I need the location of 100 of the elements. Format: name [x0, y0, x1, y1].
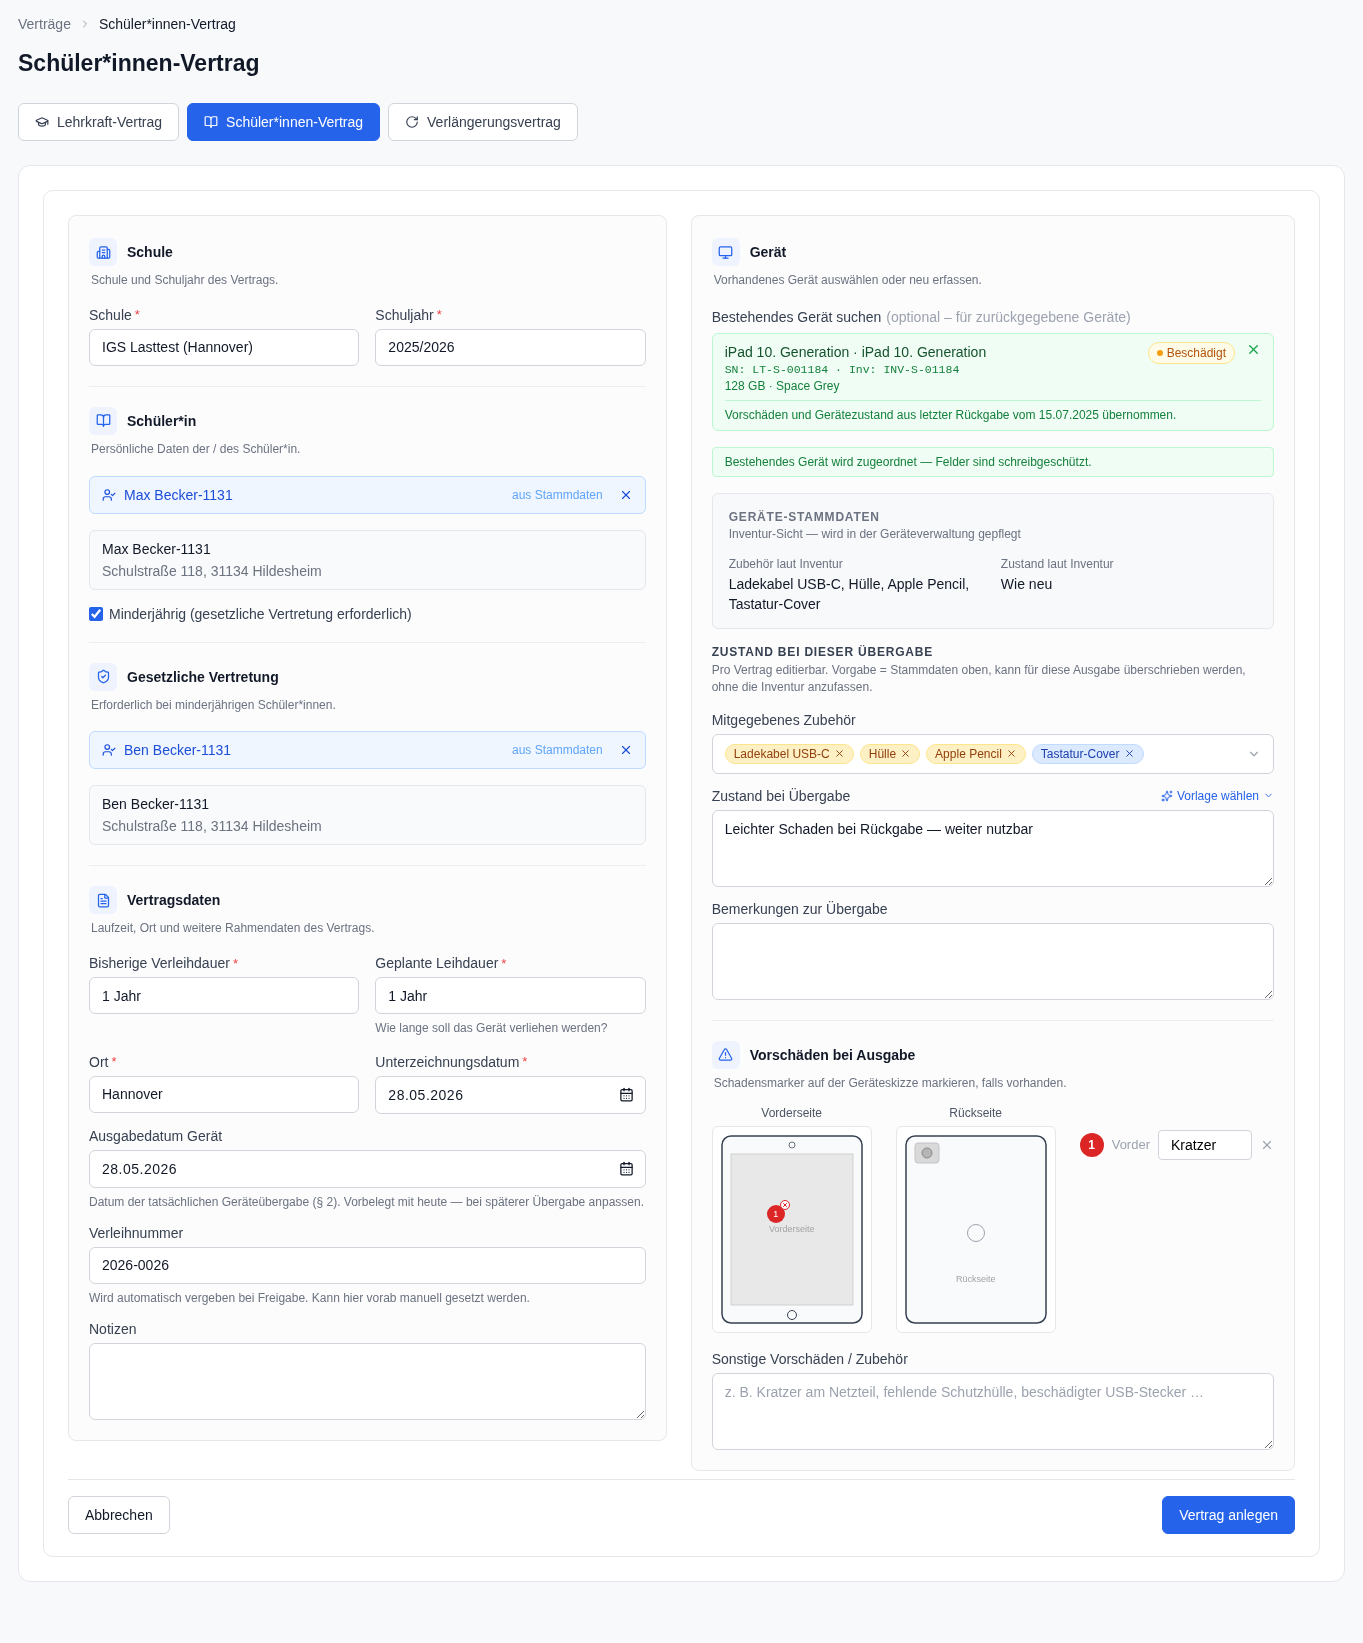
input-field[interactable]: IGS Lasttest (Hannover) [89, 328, 360, 366]
remove-marker-icon[interactable] [779, 1199, 790, 1210]
required-mark: * [232, 955, 238, 971]
field-label: Sonstige Vorschäden / Zubehör [711, 1350, 909, 1367]
damage-input[interactable]: Kratzer [1158, 1129, 1252, 1160]
input-field[interactable]: 2025/2026 [375, 328, 646, 366]
person-address: Schulstraße 118, 31134 Hildesheim [102, 818, 323, 835]
page-title: Schüler*innen-Vertrag [18, 50, 261, 77]
field-label: Verleihnummer [89, 1224, 184, 1241]
accessory-tag[interactable]: Tastatur-Cover [1031, 743, 1144, 764]
cancel-button[interactable]: Abbrechen [68, 1495, 170, 1534]
input-field[interactable]: 2026-0026 [89, 1246, 646, 1284]
section-icon [89, 406, 117, 435]
section-icon [711, 238, 740, 266]
selected-person-chip[interactable]: Max Becker-1131 aus Stammdaten [89, 475, 646, 514]
data-value: Wie neu [1000, 574, 1054, 594]
field-label: Bisherige Verleihdauer [89, 955, 230, 972]
tab-icon [405, 115, 420, 129]
field-label: Schule [89, 306, 132, 323]
contract-tab[interactable]: Lehrkraft-Vertrag [18, 103, 180, 141]
required-mark: * [436, 307, 442, 323]
status-badge: Beschädigt [1147, 341, 1235, 364]
required-mark: * [522, 1054, 528, 1070]
section-icon [89, 662, 117, 691]
field-label: Geplante Leihdauer [375, 955, 499, 972]
person-address: Schulstraße 118, 31134 Hildesheim [102, 562, 323, 579]
person-name: Max Becker-1131 [102, 540, 212, 557]
breadcrumb-link[interactable]: Verträge [18, 16, 71, 32]
sketch-label: Rückseite [949, 1105, 1003, 1120]
section-description: Schule und Schuljahr des Vertrags. [91, 272, 280, 289]
text-area[interactable]: z. B. Kratzer am Netzteil, fehlende Schutzhülle, beschädigter USB-Stecker … [711, 1372, 1274, 1450]
required-mark: * [111, 1054, 117, 1070]
date-field[interactable]: 28.05.2026 [375, 1075, 646, 1114]
section-description: Persönliche Daten der / des Schüler*in. [91, 440, 302, 458]
required-mark: * [134, 307, 140, 323]
user-icon [102, 487, 116, 502]
checkbox-label: Minderjährig (gesetzliche Vertretung erforderlich) [109, 605, 412, 622]
field-label: Mitgegebenes Zubehör [711, 711, 857, 728]
multi-select-field[interactable]: Ladekabel USB-C Hülle Apple Pencil Tastatur-Cover [711, 733, 1274, 774]
date-field[interactable]: 28.05.2026 [89, 1149, 646, 1188]
section-title: Vorschäden bei Ausgabe [749, 1046, 916, 1063]
data-label: Zustand laut Inventur [1000, 556, 1115, 571]
input-field[interactable]: 1 Jahr [375, 977, 646, 1015]
calendar-icon[interactable] [618, 1086, 634, 1102]
input-field[interactable]: 1 Jahr [89, 977, 360, 1015]
damage-number: 1 [1079, 1132, 1104, 1157]
section-description: Laufzeit, Ort und weitere Rahmendaten des Vertrags. [91, 920, 376, 938]
field-hint: Wie lange soll das Gerät verliehen werden? [375, 1020, 609, 1038]
sketch-caption: Vorderseite [768, 1223, 815, 1234]
sparkles-icon [1160, 789, 1173, 802]
section-icon [89, 238, 117, 266]
text-area[interactable]: Leichter Schaden bei Rückgabe — weiter nutzbar [711, 809, 1274, 887]
selected-person-chip[interactable]: Ben Becker-1131 aus Stammdaten [89, 731, 646, 770]
remove-icon[interactable] [900, 748, 912, 760]
tab-icon [35, 115, 49, 129]
sketch-caption: Rückseite [955, 1273, 996, 1284]
field-hint: Datum der tatsächlichen Geräteübergabe (§ 2). Vorbelegt mit heute — bei späterer Übergabe anpassen. [89, 1193, 645, 1211]
damage-side: Vorder [1111, 1137, 1150, 1153]
field-label: Unterzeichnungsdatum [375, 1053, 520, 1070]
section-icon [711, 1040, 740, 1069]
section-description: Vorhandenes Gerät auswählen oder neu erfassen. [713, 272, 983, 289]
section-description: Erforderlich bei minderjährigen Schüler*innen. [91, 696, 337, 714]
info-notice: Bestehendes Gerät wird zugeordnet — Felder sind schreibgeschützt. [711, 446, 1274, 477]
person-name: Max Becker-1131 [124, 486, 234, 503]
contract-tab[interactable]: Verlängerungsvertrag [388, 103, 578, 141]
subsection-description: Pro Vertrag editierbar. Vorgabe = Stammdaten oben, kann für diese Ausgabe überschrieben werden, ohne die Inventur anzufassen. [711, 662, 1247, 696]
sketch-card[interactable]: Vorderseite 1 [711, 1125, 872, 1333]
person-name: Ben Becker-1131 [124, 742, 233, 759]
section-description: Schadensmarker auf der Geräteskizze markieren, falls vorhanden. [713, 1074, 1068, 1092]
breadcrumb-current: Schüler*innen-Vertrag [98, 16, 236, 32]
device-note: Vorschäden und Gerätezustand aus letzter Rückgabe vom 15.07.2025 übernommen. [724, 407, 1178, 422]
tab-icon [204, 115, 219, 129]
field-label: Schuljahr [375, 306, 434, 323]
field-label: Ort [89, 1053, 109, 1070]
field-label: Notizen [89, 1321, 137, 1338]
field-hint: (optional – für zurückgegebene Geräte) [886, 308, 1131, 325]
accessory-tag[interactable]: Apple Pencil [926, 743, 1026, 764]
user-icon [102, 743, 116, 758]
section-title: Gerät [749, 244, 787, 260]
source-label: aus Stammdaten [511, 487, 603, 502]
calendar-icon[interactable] [618, 1160, 634, 1176]
submit-button[interactable]: Vertrag anlegen [1162, 1495, 1295, 1534]
field-label: Zustand bei Übergabe [711, 787, 851, 804]
accessory-tag[interactable]: Hülle [859, 743, 921, 764]
device-ids: SN: LT-S-001184 · Inv: INV-S-01184 [724, 362, 961, 376]
card-description: Inventur-Sicht — wird in der Geräteverwaltung gepflegt [728, 525, 1022, 543]
template-dropdown-button[interactable]: Vorlage wählen [1160, 788, 1274, 803]
field-label: Ausgabedatum Gerät [89, 1127, 223, 1144]
device-specs: 128 GB · Space Grey [724, 378, 841, 393]
input-field[interactable]: Hannover [89, 1075, 360, 1113]
field-label: Bestehendes Gerät suchen [711, 308, 882, 325]
accessory-tag[interactable]: Ladekabel USB-C [724, 743, 854, 764]
minor-checkbox[interactable] [89, 606, 103, 621]
remove-icon[interactable] [833, 748, 845, 760]
contract-tab[interactable]: Schüler*innen-Vertrag [187, 103, 381, 141]
remove-icon[interactable] [1123, 748, 1135, 760]
remove-icon[interactable] [1005, 748, 1017, 760]
field-label: Bemerkungen zur Übergabe [711, 900, 889, 917]
section-title: Schule [127, 244, 173, 260]
section-icon [89, 886, 117, 915]
